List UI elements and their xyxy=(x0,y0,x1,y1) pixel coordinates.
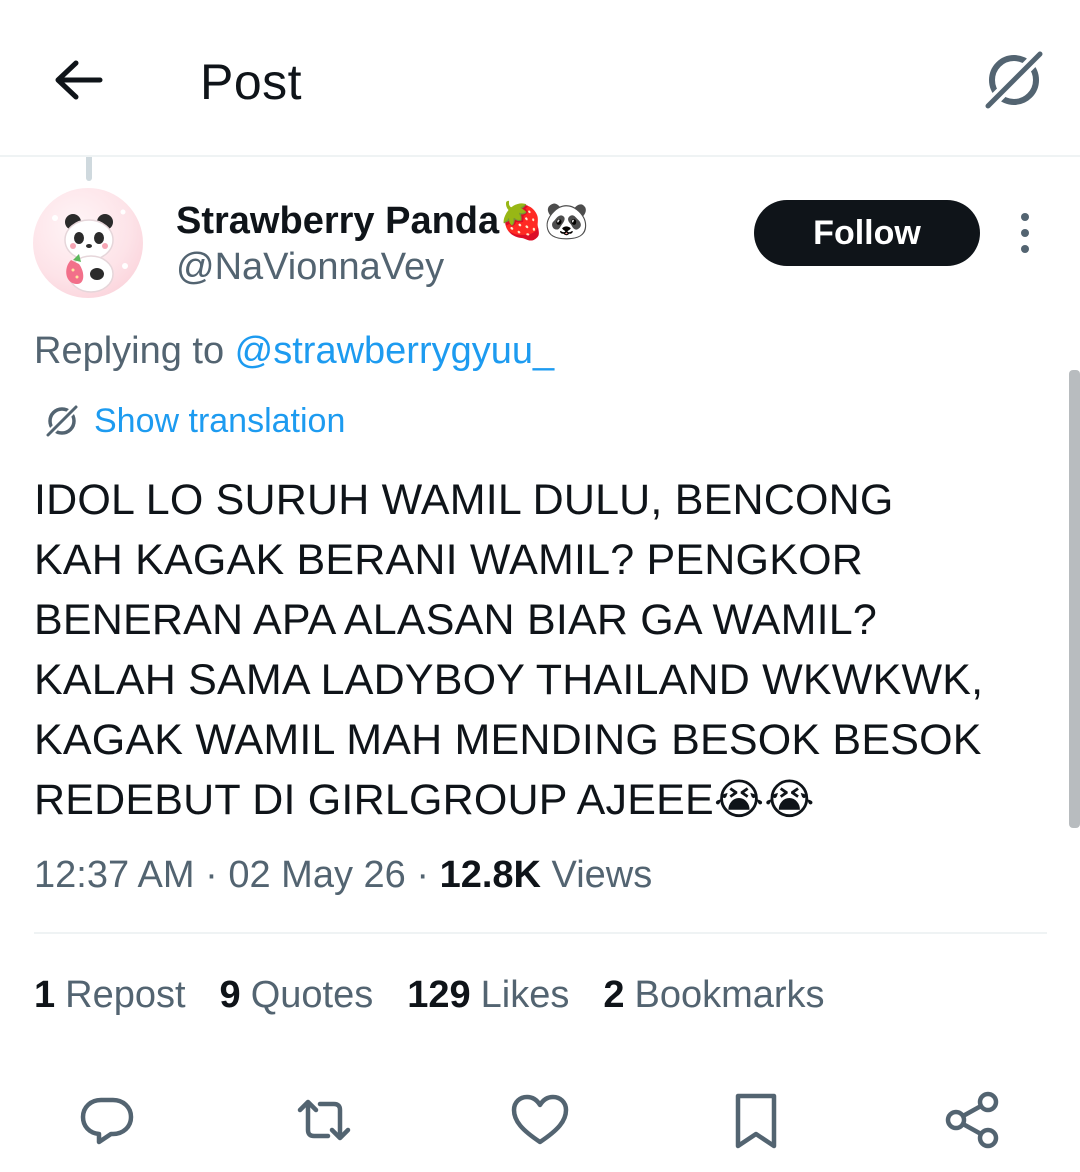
display-name[interactable]: Strawberry Panda🍓🐼 xyxy=(176,196,589,246)
more-vertical-icon xyxy=(1021,213,1029,253)
grok-icon xyxy=(44,403,80,439)
stat-reposts[interactable]: 1 Repost xyxy=(34,972,186,1018)
stat-bookmarks[interactable]: 2 Bookmarks xyxy=(603,972,824,1018)
stat-label: Repost xyxy=(65,974,186,1016)
reply-button[interactable] xyxy=(75,1088,139,1152)
stat-count: 1 xyxy=(34,974,56,1016)
reply-context: Replying to @strawberrygyuu_ xyxy=(34,328,554,374)
reply-target-link[interactable]: @strawberrygyuu_ xyxy=(235,330,554,372)
repost-icon xyxy=(297,1099,351,1141)
post-time[interactable]: 12:37 AM xyxy=(34,854,195,896)
stat-label: Likes xyxy=(480,974,570,1016)
follow-button[interactable]: Follow xyxy=(754,200,980,266)
stat-count: 129 xyxy=(407,974,471,1016)
share-icon xyxy=(945,1091,999,1149)
post-date[interactable]: 02 May 26 xyxy=(228,854,405,896)
panda-avatar-image xyxy=(52,209,128,293)
meta-separator: · xyxy=(405,854,440,896)
back-button[interactable] xyxy=(48,50,108,110)
display-name-text: Strawberry Panda xyxy=(176,200,500,242)
show-translation-button[interactable]: Show translation xyxy=(44,396,345,446)
stat-count: 9 xyxy=(219,974,241,1016)
views-label: Views xyxy=(551,854,653,896)
action-bar xyxy=(0,1088,1080,1152)
grok-icon xyxy=(980,46,1048,114)
stat-count: 2 xyxy=(603,974,625,1016)
arrow-left-icon xyxy=(55,60,103,100)
scrollbar[interactable] xyxy=(1069,370,1080,828)
stat-label: Quotes xyxy=(250,974,374,1016)
top-bar: Post xyxy=(0,0,1080,157)
stat-label: Bookmarks xyxy=(634,974,825,1016)
name-emojis: 🍓🐼 xyxy=(499,200,589,241)
user-handle[interactable]: @NaVionnaVey xyxy=(176,244,444,290)
heart-icon xyxy=(511,1094,569,1145)
divider xyxy=(34,932,1047,934)
thread-connector xyxy=(86,157,92,181)
avatar[interactable] xyxy=(33,188,143,298)
bookmark-icon xyxy=(735,1093,777,1149)
grok-button[interactable] xyxy=(980,46,1048,114)
stat-quotes[interactable]: 9 Quotes xyxy=(220,972,374,1018)
reply-prefix: Replying to xyxy=(34,330,235,372)
engagement-stats: 1 Repost 9 Quotes 129 Likes 2 Bookmarks xyxy=(34,972,859,1018)
reply-icon xyxy=(80,1097,134,1145)
stat-likes[interactable]: 129 Likes xyxy=(407,972,569,1018)
views-count: 12.8K xyxy=(439,854,541,896)
like-button[interactable] xyxy=(508,1088,572,1152)
bookmark-button[interactable] xyxy=(724,1088,788,1152)
repost-button[interactable] xyxy=(292,1088,356,1152)
show-translation-label: Show translation xyxy=(94,401,346,440)
page-title: Post xyxy=(200,54,303,110)
share-button[interactable] xyxy=(940,1088,1004,1152)
post-meta: 12:37 AM · 02 May 26 · 12.8K Views xyxy=(34,852,652,898)
meta-separator: · xyxy=(194,854,229,896)
more-options-button[interactable] xyxy=(1008,210,1042,256)
post-text: IDOL LO SURUH WAMIL DULU, BENCONG KAH KA… xyxy=(34,476,984,824)
